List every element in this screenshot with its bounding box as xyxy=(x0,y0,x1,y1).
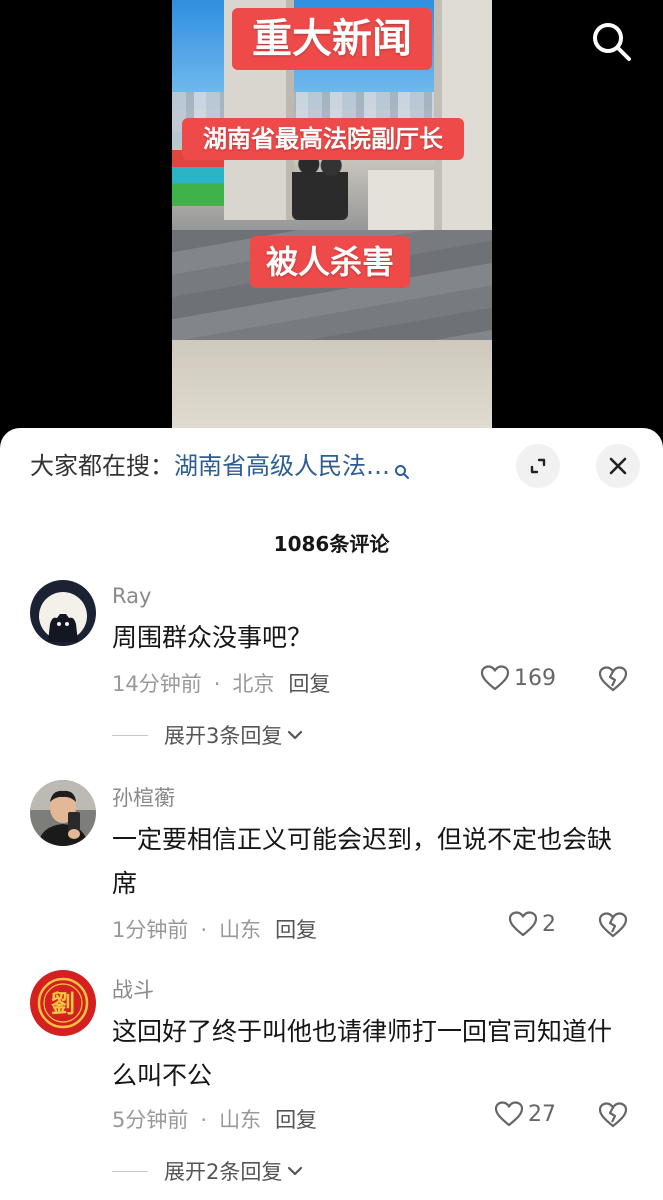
comment-item: Ray 周围群众没事吧？ 14分钟前 · 北京 回复 169 展开3条回复 xyxy=(0,576,663,748)
search-icon[interactable] xyxy=(394,452,410,492)
expand-button[interactable] xyxy=(516,444,560,488)
comment-text: 这回好了终于叫他也请律师打一回官司知道什么叫不公 xyxy=(112,1017,613,1090)
comment-meta: 14分钟前 · 北京 回复 xyxy=(112,668,330,698)
expand-replies[interactable]: 展开3条回复 xyxy=(112,720,304,750)
comment-location: 山东 xyxy=(219,918,262,942)
heart-icon xyxy=(494,1101,524,1127)
comment-location: 北京 xyxy=(232,672,275,696)
comment-count: 1086条评论 xyxy=(273,532,390,556)
comment-username[interactable]: 孙楦蘅 xyxy=(112,782,175,812)
search-icon[interactable] xyxy=(588,18,634,64)
video-caption-headline: 重大新闻 xyxy=(232,8,432,70)
comment-meta: 1分钟前 · 山东 回复 xyxy=(112,914,317,944)
comment-time: 5分钟前 xyxy=(112,1108,189,1132)
avatar[interactable] xyxy=(30,780,96,846)
hot-search[interactable]: 大家都在搜：湖南省高级人民法… xyxy=(30,446,475,486)
like-count: 2 xyxy=(542,911,556,937)
separator-dot: · xyxy=(213,672,221,696)
close-icon xyxy=(609,457,627,475)
comment-item: 孙楦蘅 一定要相信正义可能会迟到，但说不定也会缺席 1分钟前 · 山东 回复 2 xyxy=(0,778,663,948)
heart-icon xyxy=(508,911,538,937)
comment-username[interactable]: Ray xyxy=(112,584,151,608)
avatar[interactable]: 劉 xyxy=(30,970,96,1036)
like-button[interactable]: 27 xyxy=(494,1100,556,1128)
video-caption-event: 被人杀害 xyxy=(250,236,410,288)
like-button[interactable]: 2 xyxy=(508,910,556,938)
reply-button[interactable]: 回复 xyxy=(275,918,317,942)
separator-dot: · xyxy=(200,1108,208,1132)
divider xyxy=(112,734,148,736)
reply-button[interactable]: 回复 xyxy=(275,1108,317,1132)
dislike-heart-icon[interactable] xyxy=(598,1101,628,1131)
sheet-topbar: 大家都在搜：湖南省高级人民法… xyxy=(0,444,663,488)
hot-search-label: 大家都在搜： xyxy=(30,452,174,480)
like-button[interactable]: 169 xyxy=(480,664,556,692)
chevron-down-icon xyxy=(288,1166,303,1176)
heart-icon xyxy=(480,665,510,691)
comment-time: 1分钟前 xyxy=(112,918,189,942)
like-count: 27 xyxy=(528,1101,556,1127)
scene-people xyxy=(292,150,348,220)
video-caption-subject: 湖南省最高法院副厅长 xyxy=(182,118,464,160)
expand-icon xyxy=(530,458,546,474)
dislike-heart-icon[interactable] xyxy=(598,911,628,941)
expand-replies-label: 展开3条回复 xyxy=(164,724,283,748)
separator-dot: · xyxy=(200,918,208,942)
expand-replies-label: 展开2条回复 xyxy=(164,1160,283,1184)
hot-search-link[interactable]: 湖南省高级人民法… xyxy=(174,452,390,480)
avatar[interactable] xyxy=(30,580,96,646)
comment-text: 一定要相信正义可能会迟到，但说不定也会缺席 xyxy=(112,825,613,898)
video-frame[interactable]: 重大新闻 湖南省最高法院副厅长 被人杀害 xyxy=(172,0,492,440)
expand-replies[interactable]: 展开2条回复 xyxy=(112,1156,304,1186)
scene-step xyxy=(172,340,492,440)
like-count: 169 xyxy=(514,665,556,691)
chevron-down-icon xyxy=(288,730,303,740)
comment-text: 周围群众没事吧？ xyxy=(112,623,313,652)
divider xyxy=(112,1170,148,1172)
comment-username[interactable]: 战斗 xyxy=(112,974,154,1004)
close-button[interactable] xyxy=(596,444,640,488)
comment-location: 山东 xyxy=(219,1108,262,1132)
scene-pillar-right xyxy=(434,0,492,230)
reply-button[interactable]: 回复 xyxy=(288,672,330,696)
avatar-glyph: 劉 xyxy=(51,989,75,1018)
comment-meta: 5分钟前 · 山东 回复 xyxy=(112,1104,317,1134)
comment-sheet: 大家都在搜：湖南省高级人民法… 1086条评论 Ray 周围群众没事吧？ 14分… xyxy=(0,428,663,1200)
video-player[interactable]: 重大新闻 湖南省最高法院副厅长 被人杀害 xyxy=(0,0,663,440)
comment-time: 14分钟前 xyxy=(112,672,202,696)
dislike-heart-icon[interactable] xyxy=(598,665,628,695)
comment-item: 劉 战斗 这回好了终于叫他也请律师打一回官司知道什么叫不公 5分钟前 · 山东 回复 … xyxy=(0,970,663,1200)
